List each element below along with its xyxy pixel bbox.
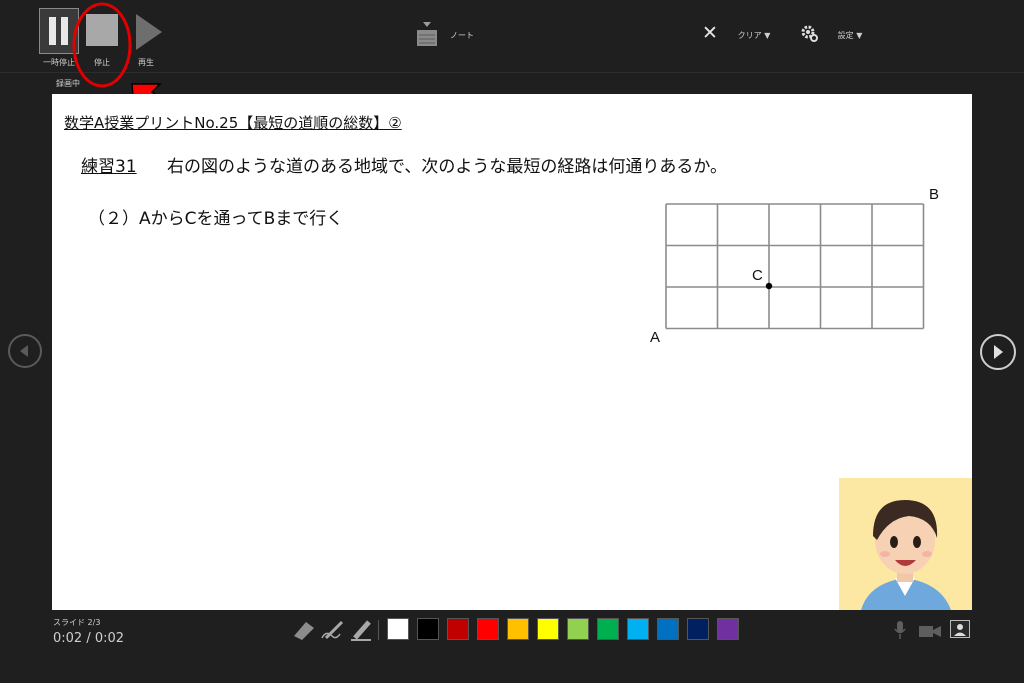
pen-color-swatch[interactable] <box>387 618 409 640</box>
exercise-text: 右の図のような道のある地域で、次のような最短の経路は何通りあるか。 <box>167 157 727 177</box>
settings-button[interactable]: 設定 ▼ <box>800 24 872 46</box>
exercise-label: 練習31 <box>81 157 137 177</box>
microphone-icon[interactable] <box>892 619 908 641</box>
point-c-label: C <box>752 267 763 284</box>
pen-color-swatch[interactable] <box>657 618 679 640</box>
presenter-camera-feed <box>839 478 972 610</box>
pen-color-swatch[interactable] <box>477 618 499 640</box>
notes-icon <box>417 22 437 46</box>
notes-button[interactable]: ノート <box>412 20 482 50</box>
pen-color-swatch[interactable] <box>567 618 589 640</box>
grid-lines <box>665 203 925 330</box>
pen-color-swatch[interactable] <box>447 618 469 640</box>
subquestion: （２）AからCを通ってBまで行く <box>88 209 344 229</box>
close-icon: ✕ <box>702 22 718 44</box>
camera-preview-button[interactable] <box>950 620 970 638</box>
clear-label: クリア ▼ <box>737 31 771 40</box>
pen-color-swatch[interactable] <box>597 618 619 640</box>
pen-icon[interactable] <box>320 618 346 642</box>
point-b-label: B <box>929 186 940 203</box>
camera-icon[interactable] <box>918 622 942 640</box>
notes-label: ノート <box>450 31 474 40</box>
chevron-right-icon <box>994 345 1003 359</box>
user-icon <box>954 624 966 636</box>
highlighter-icon[interactable] <box>349 618 375 642</box>
settings-label: 設定 ▼ <box>837 31 863 40</box>
next-slide-button[interactable] <box>980 334 1016 370</box>
pen-color-swatch[interactable] <box>507 618 529 640</box>
road-grid <box>665 203 925 330</box>
slide-title: 数学A授業プリントNo.25【最短の道順の総数】② <box>64 114 402 132</box>
chevron-left-icon <box>20 345 28 357</box>
clear-button[interactable]: ✕ クリア ▼ <box>702 22 774 46</box>
slide-indicator: スライド 2/3 <box>53 618 101 627</box>
pen-color-swatch[interactable] <box>537 618 559 640</box>
point-a-label: A <box>650 329 661 346</box>
presenter-avatar <box>861 500 951 610</box>
gear-icon <box>801 25 818 42</box>
pen-color-swatch[interactable] <box>417 618 439 640</box>
previous-slide-button[interactable] <box>8 334 42 368</box>
pen-color-swatch[interactable] <box>627 618 649 640</box>
eraser-icon[interactable] <box>290 618 316 642</box>
toolbar-divider <box>378 620 379 640</box>
point-c-dot <box>765 282 773 290</box>
slide-canvas: 数学A授業プリントNo.25【最短の道順の総数】② 練習31 右の図のような道の… <box>52 94 972 610</box>
pen-color-swatch[interactable] <box>687 618 709 640</box>
recording-time: 0:02 / 0:02 <box>53 631 125 646</box>
highlight-circle <box>72 2 132 88</box>
pen-color-swatch[interactable] <box>717 618 739 640</box>
